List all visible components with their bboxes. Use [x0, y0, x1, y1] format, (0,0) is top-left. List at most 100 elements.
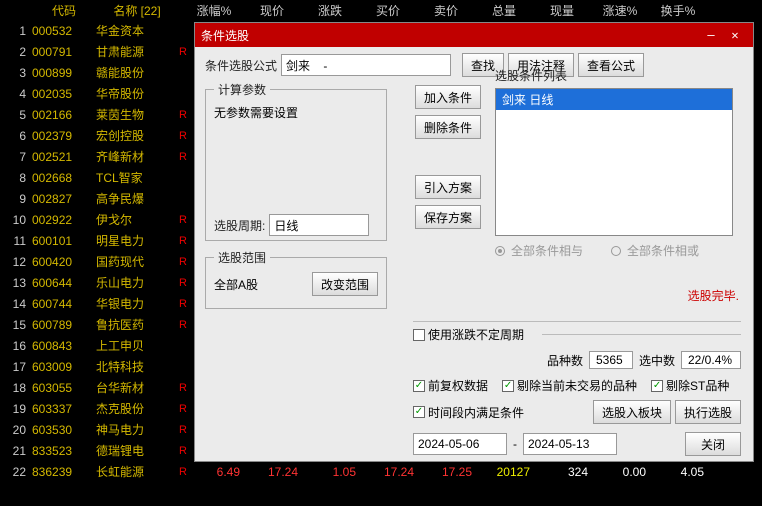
cell-code: 002922 — [32, 213, 96, 227]
range-legend: 选股范围 — [214, 249, 270, 266]
chk-fq[interactable]: ✓前复权数据 — [413, 377, 488, 394]
date-to[interactable] — [523, 433, 617, 455]
grid-header: 代码 名称 [22] 涨幅% 现价 涨跌 买价 卖价 总量 现量 涨速% 换手% — [0, 0, 762, 20]
cell-code: 002379 — [32, 129, 96, 143]
params-msg: 无参数需要设置 — [214, 104, 378, 214]
cell-name: 伊戈尔 — [96, 211, 178, 228]
margin-flag: R — [178, 214, 188, 226]
hdr-pct[interactable]: 涨幅% — [188, 2, 246, 19]
margin-flag: R — [178, 235, 188, 247]
cell-code: 002521 — [32, 150, 96, 164]
margin-flag: R — [178, 109, 188, 121]
dialog-title: 条件选股 — [201, 27, 249, 44]
cell-name: 高争民爆 — [96, 190, 178, 207]
minimize-icon[interactable]: — — [699, 28, 723, 42]
hdr-speed[interactable]: 涨速% — [594, 2, 652, 19]
load-scheme-button[interactable]: 引入方案 — [415, 175, 481, 199]
hdr-code[interactable]: 代码 — [32, 2, 96, 19]
close-icon[interactable]: ✕ — [723, 28, 747, 42]
margin-flag: R — [178, 319, 188, 331]
cell-code: 600744 — [32, 297, 96, 311]
cell-name: 上工申贝 — [96, 337, 178, 354]
hdr-turn[interactable]: 换手% — [652, 2, 710, 19]
to-block-button[interactable]: 选股入板块 — [593, 400, 671, 424]
add-condition-button[interactable]: 加入条件 — [415, 85, 481, 109]
range-fieldset: 选股范围 全部A股 改变范围 — [205, 249, 387, 309]
cell-name: 华金资本 — [96, 22, 178, 39]
cell-name: 乐山电力 — [96, 274, 178, 291]
cell-name: 北特科技 — [96, 358, 178, 375]
close-button[interactable]: 关闭 — [685, 432, 741, 456]
cell-code: 002035 — [32, 87, 96, 101]
del-condition-button[interactable]: 删除条件 — [415, 115, 481, 139]
margin-flag: R — [178, 403, 188, 415]
cell-name: 台华新材 — [96, 379, 178, 396]
hit-value: 22/0.4% — [681, 351, 741, 369]
cell-code: 000532 — [32, 24, 96, 38]
margin-flag: R — [178, 277, 188, 289]
cell-name: 甘肃能源 — [96, 43, 178, 60]
cell-name: 莱茵生物 — [96, 106, 178, 123]
cell-code: 600420 — [32, 255, 96, 269]
radio-and[interactable]: 全部条件相与 — [495, 242, 583, 259]
chk-timerange[interactable]: ✓时间段内满足条件 — [413, 404, 524, 421]
cell-name: TCL智家 — [96, 169, 178, 186]
cell-name: 齐峰新材 — [96, 148, 178, 165]
cell-code: 836239 — [32, 465, 96, 479]
hdr-vol[interactable]: 总量 — [478, 2, 536, 19]
cell-name: 杰克股份 — [96, 400, 178, 417]
margin-flag: R — [178, 424, 188, 436]
period-combo[interactable] — [269, 214, 369, 236]
cell-name: 明星电力 — [96, 232, 178, 249]
params-fieldset: 计算参数 无参数需要设置 选股周期: — [205, 81, 387, 241]
cell-name: 华帝股份 — [96, 85, 178, 102]
date-dash: - — [513, 437, 517, 451]
formula-label: 条件选股公式 — [205, 57, 277, 74]
cell-code: 002668 — [32, 171, 96, 185]
cell-code: 600789 — [32, 318, 96, 332]
list-item[interactable]: 剑来 日线 — [496, 89, 732, 110]
change-range-button[interactable]: 改变范围 — [312, 272, 378, 296]
condition-dialog: 条件选股 — ✕ 条件选股公式 查找 用法注释 查看公式 计算参数 无参数需要设… — [194, 22, 754, 462]
date-from[interactable] — [413, 433, 507, 455]
cell-code: 600843 — [32, 339, 96, 353]
cell-code: 603337 — [32, 402, 96, 416]
chk-notrade[interactable]: ✓剔除当前未交易的品种 — [502, 377, 637, 394]
hdr-ask[interactable]: 卖价 — [420, 2, 478, 19]
margin-flag: R — [178, 298, 188, 310]
cell-code: 603530 — [32, 423, 96, 437]
cell-name: 神马电力 — [96, 421, 178, 438]
formula-combo[interactable] — [281, 54, 451, 76]
params-legend: 计算参数 — [214, 81, 270, 98]
table-row[interactable]: 22836239长虹能源R6.4917.241.0517.2417.252012… — [0, 461, 762, 482]
cell-name: 华银电力 — [96, 295, 178, 312]
cell-name: 德瑞锂电 — [96, 442, 178, 459]
margin-flag: R — [178, 445, 188, 457]
hdr-chg[interactable]: 涨跌 — [304, 2, 362, 19]
hdr-cur[interactable]: 现量 — [536, 2, 594, 19]
margin-flag: R — [178, 151, 188, 163]
margin-flag: R — [178, 382, 188, 394]
cell-code: 002166 — [32, 108, 96, 122]
period-label: 选股周期: — [214, 217, 265, 234]
hdr-bid[interactable]: 买价 — [362, 2, 420, 19]
hdr-name[interactable]: 名称 [22] — [96, 2, 178, 19]
cell-code: 603009 — [32, 360, 96, 374]
margin-flag: R — [178, 46, 188, 58]
margin-flag: R — [178, 130, 188, 142]
cell-name: 长虹能源 — [96, 463, 178, 480]
save-scheme-button[interactable]: 保存方案 — [415, 205, 481, 229]
chk-float-period[interactable]: 使用涨跌不定周期 — [413, 326, 524, 343]
status-done: 选股完毕. — [688, 287, 739, 304]
radio-or[interactable]: 全部条件相或 — [611, 242, 699, 259]
condition-listbox[interactable]: 剑来 日线 — [495, 88, 733, 236]
hdr-price[interactable]: 现价 — [246, 2, 304, 19]
cell-name: 鲁抗医药 — [96, 316, 178, 333]
cell-code: 000899 — [32, 66, 96, 80]
margin-flag: R — [178, 466, 188, 478]
chk-nost[interactable]: ✓剔除ST品种 — [651, 377, 729, 394]
run-button[interactable]: 执行选股 — [675, 400, 741, 424]
condition-list-label: 选股条件列表 — [495, 69, 567, 83]
titlebar[interactable]: 条件选股 — ✕ — [195, 23, 753, 47]
cell-code: 603055 — [32, 381, 96, 395]
